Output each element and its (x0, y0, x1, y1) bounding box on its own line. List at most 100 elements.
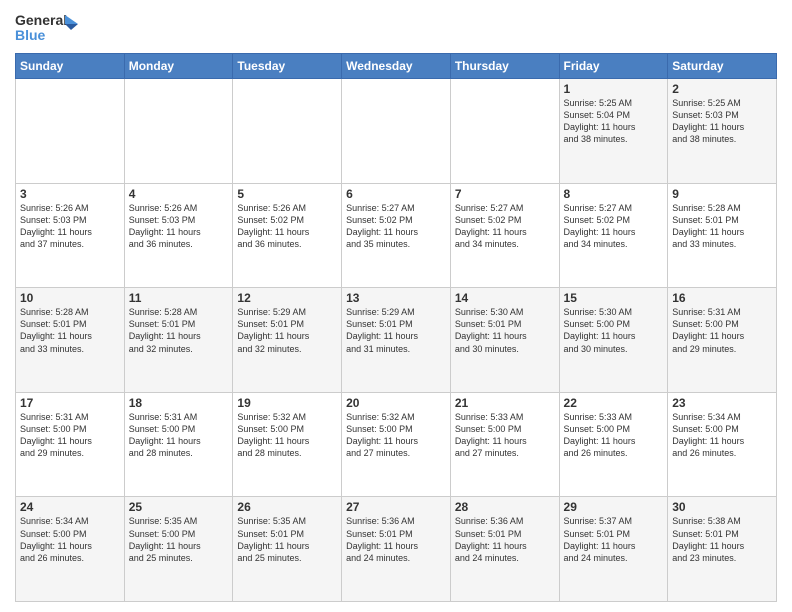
day-number: 29 (564, 500, 664, 514)
calendar-cell: 27Sunrise: 5:36 AM Sunset: 5:01 PM Dayli… (342, 497, 451, 602)
calendar-cell: 20Sunrise: 5:32 AM Sunset: 5:00 PM Dayli… (342, 392, 451, 497)
day-info: Sunrise: 5:30 AM Sunset: 5:00 PM Dayligh… (564, 306, 664, 355)
day-number: 22 (564, 396, 664, 410)
calendar-cell: 30Sunrise: 5:38 AM Sunset: 5:01 PM Dayli… (668, 497, 777, 602)
calendar-cell: 14Sunrise: 5:30 AM Sunset: 5:01 PM Dayli… (450, 288, 559, 393)
weekday-header-tuesday: Tuesday (233, 54, 342, 79)
day-number: 1 (564, 82, 664, 96)
calendar-cell: 22Sunrise: 5:33 AM Sunset: 5:00 PM Dayli… (559, 392, 668, 497)
day-info: Sunrise: 5:28 AM Sunset: 5:01 PM Dayligh… (20, 306, 120, 355)
calendar-cell: 12Sunrise: 5:29 AM Sunset: 5:01 PM Dayli… (233, 288, 342, 393)
svg-text:General: General (15, 12, 67, 28)
calendar-cell: 9Sunrise: 5:28 AM Sunset: 5:01 PM Daylig… (668, 183, 777, 288)
day-info: Sunrise: 5:32 AM Sunset: 5:00 PM Dayligh… (346, 411, 446, 460)
day-number: 13 (346, 291, 446, 305)
day-info: Sunrise: 5:31 AM Sunset: 5:00 PM Dayligh… (672, 306, 772, 355)
calendar-cell: 19Sunrise: 5:32 AM Sunset: 5:00 PM Dayli… (233, 392, 342, 497)
calendar-cell (342, 79, 451, 184)
day-info: Sunrise: 5:29 AM Sunset: 5:01 PM Dayligh… (346, 306, 446, 355)
day-number: 4 (129, 187, 229, 201)
day-info: Sunrise: 5:28 AM Sunset: 5:01 PM Dayligh… (672, 202, 772, 251)
weekday-header-sunday: Sunday (16, 54, 125, 79)
calendar-cell: 29Sunrise: 5:37 AM Sunset: 5:01 PM Dayli… (559, 497, 668, 602)
day-number: 20 (346, 396, 446, 410)
day-number: 12 (237, 291, 337, 305)
day-info: Sunrise: 5:36 AM Sunset: 5:01 PM Dayligh… (455, 515, 555, 564)
day-number: 8 (564, 187, 664, 201)
calendar-cell: 18Sunrise: 5:31 AM Sunset: 5:00 PM Dayli… (124, 392, 233, 497)
calendar-cell: 2Sunrise: 5:25 AM Sunset: 5:03 PM Daylig… (668, 79, 777, 184)
calendar-cell (124, 79, 233, 184)
day-info: Sunrise: 5:25 AM Sunset: 5:04 PM Dayligh… (564, 97, 664, 146)
calendar-cell (450, 79, 559, 184)
weekday-header-friday: Friday (559, 54, 668, 79)
day-info: Sunrise: 5:33 AM Sunset: 5:00 PM Dayligh… (564, 411, 664, 460)
logo: GeneralBlue (15, 10, 80, 45)
calendar-cell: 10Sunrise: 5:28 AM Sunset: 5:01 PM Dayli… (16, 288, 125, 393)
day-info: Sunrise: 5:35 AM Sunset: 5:00 PM Dayligh… (129, 515, 229, 564)
day-info: Sunrise: 5:26 AM Sunset: 5:03 PM Dayligh… (129, 202, 229, 251)
day-info: Sunrise: 5:26 AM Sunset: 5:02 PM Dayligh… (237, 202, 337, 251)
day-info: Sunrise: 5:27 AM Sunset: 5:02 PM Dayligh… (455, 202, 555, 251)
calendar-cell: 3Sunrise: 5:26 AM Sunset: 5:03 PM Daylig… (16, 183, 125, 288)
calendar-cell: 23Sunrise: 5:34 AM Sunset: 5:00 PM Dayli… (668, 392, 777, 497)
day-number: 28 (455, 500, 555, 514)
day-info: Sunrise: 5:27 AM Sunset: 5:02 PM Dayligh… (346, 202, 446, 251)
calendar-week-3: 17Sunrise: 5:31 AM Sunset: 5:00 PM Dayli… (16, 392, 777, 497)
calendar-cell: 15Sunrise: 5:30 AM Sunset: 5:00 PM Dayli… (559, 288, 668, 393)
day-info: Sunrise: 5:35 AM Sunset: 5:01 PM Dayligh… (237, 515, 337, 564)
weekday-header-wednesday: Wednesday (342, 54, 451, 79)
day-info: Sunrise: 5:26 AM Sunset: 5:03 PM Dayligh… (20, 202, 120, 251)
calendar-cell: 26Sunrise: 5:35 AM Sunset: 5:01 PM Dayli… (233, 497, 342, 602)
weekday-header-saturday: Saturday (668, 54, 777, 79)
day-number: 26 (237, 500, 337, 514)
calendar-cell (16, 79, 125, 184)
svg-text:Blue: Blue (15, 27, 46, 43)
day-number: 24 (20, 500, 120, 514)
day-info: Sunrise: 5:31 AM Sunset: 5:00 PM Dayligh… (129, 411, 229, 460)
header: GeneralBlue (15, 10, 777, 45)
calendar-cell: 24Sunrise: 5:34 AM Sunset: 5:00 PM Dayli… (16, 497, 125, 602)
calendar-cell: 11Sunrise: 5:28 AM Sunset: 5:01 PM Dayli… (124, 288, 233, 393)
day-number: 16 (672, 291, 772, 305)
calendar-cell: 4Sunrise: 5:26 AM Sunset: 5:03 PM Daylig… (124, 183, 233, 288)
day-number: 10 (20, 291, 120, 305)
day-info: Sunrise: 5:37 AM Sunset: 5:01 PM Dayligh… (564, 515, 664, 564)
weekday-header-monday: Monday (124, 54, 233, 79)
day-number: 6 (346, 187, 446, 201)
calendar-cell: 1Sunrise: 5:25 AM Sunset: 5:04 PM Daylig… (559, 79, 668, 184)
calendar-header-row: SundayMondayTuesdayWednesdayThursdayFrid… (16, 54, 777, 79)
day-number: 11 (129, 291, 229, 305)
calendar-cell: 25Sunrise: 5:35 AM Sunset: 5:00 PM Dayli… (124, 497, 233, 602)
day-number: 19 (237, 396, 337, 410)
day-number: 27 (346, 500, 446, 514)
day-number: 18 (129, 396, 229, 410)
calendar-week-0: 1Sunrise: 5:25 AM Sunset: 5:04 PM Daylig… (16, 79, 777, 184)
calendar-cell: 6Sunrise: 5:27 AM Sunset: 5:02 PM Daylig… (342, 183, 451, 288)
day-info: Sunrise: 5:29 AM Sunset: 5:01 PM Dayligh… (237, 306, 337, 355)
calendar-table: SundayMondayTuesdayWednesdayThursdayFrid… (15, 53, 777, 602)
day-number: 9 (672, 187, 772, 201)
day-number: 21 (455, 396, 555, 410)
day-number: 25 (129, 500, 229, 514)
day-info: Sunrise: 5:27 AM Sunset: 5:02 PM Dayligh… (564, 202, 664, 251)
day-info: Sunrise: 5:31 AM Sunset: 5:00 PM Dayligh… (20, 411, 120, 460)
calendar-cell: 13Sunrise: 5:29 AM Sunset: 5:01 PM Dayli… (342, 288, 451, 393)
logo-svg: GeneralBlue (15, 10, 80, 45)
day-info: Sunrise: 5:25 AM Sunset: 5:03 PM Dayligh… (672, 97, 772, 146)
calendar-week-2: 10Sunrise: 5:28 AM Sunset: 5:01 PM Dayli… (16, 288, 777, 393)
day-number: 5 (237, 187, 337, 201)
day-number: 3 (20, 187, 120, 201)
day-info: Sunrise: 5:34 AM Sunset: 5:00 PM Dayligh… (672, 411, 772, 460)
calendar-cell: 28Sunrise: 5:36 AM Sunset: 5:01 PM Dayli… (450, 497, 559, 602)
calendar-cell: 5Sunrise: 5:26 AM Sunset: 5:02 PM Daylig… (233, 183, 342, 288)
day-number: 23 (672, 396, 772, 410)
day-info: Sunrise: 5:34 AM Sunset: 5:00 PM Dayligh… (20, 515, 120, 564)
calendar-cell: 17Sunrise: 5:31 AM Sunset: 5:00 PM Dayli… (16, 392, 125, 497)
day-number: 2 (672, 82, 772, 96)
calendar-cell: 7Sunrise: 5:27 AM Sunset: 5:02 PM Daylig… (450, 183, 559, 288)
calendar-cell: 21Sunrise: 5:33 AM Sunset: 5:00 PM Dayli… (450, 392, 559, 497)
calendar-cell (233, 79, 342, 184)
day-info: Sunrise: 5:38 AM Sunset: 5:01 PM Dayligh… (672, 515, 772, 564)
day-number: 17 (20, 396, 120, 410)
